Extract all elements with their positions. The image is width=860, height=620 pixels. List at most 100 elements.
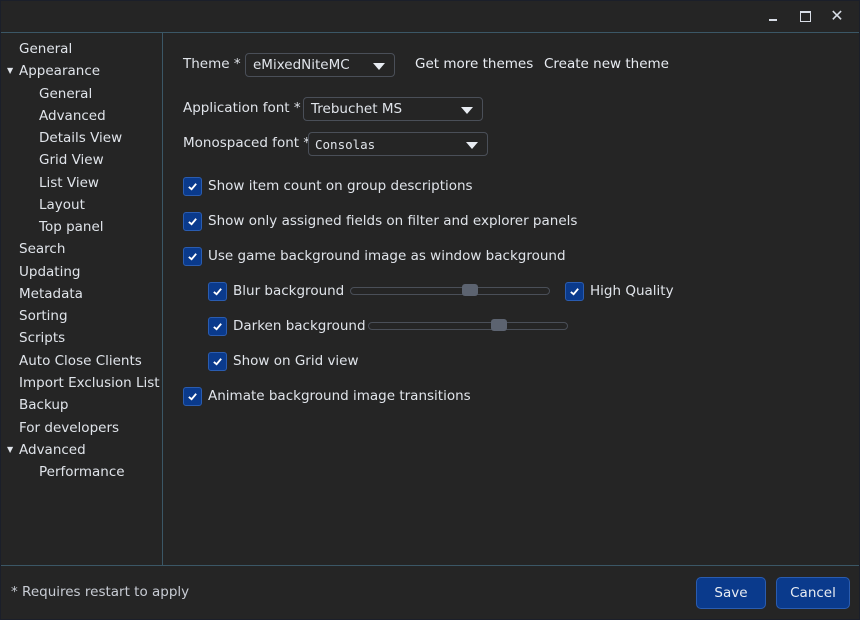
checkbox-checked[interactable]: [183, 386, 202, 406]
nav-item-label: Advanced: [19, 442, 86, 458]
checkmark-icon: [213, 322, 222, 331]
title-bar: ✕: [1, 1, 859, 32]
save-button[interactable]: Save: [696, 577, 766, 609]
nav-item-appearance[interactable]: ▼ Appearance: [7, 61, 101, 81]
nav-item-scripts[interactable]: Scripts: [19, 328, 65, 348]
checkbox-label: Show on Grid view: [233, 353, 359, 369]
nav-item-backup[interactable]: Backup: [19, 395, 69, 415]
chevron-down-icon: [466, 142, 478, 149]
nav-item-import-exclusion-list[interactable]: Import Exclusion List: [19, 373, 160, 393]
nav-item-performance[interactable]: Performance: [39, 462, 125, 482]
checkmark-icon: [213, 287, 222, 296]
nav-item-details-view[interactable]: Details View: [39, 128, 122, 148]
checkbox-checked[interactable]: [183, 246, 202, 266]
nav-item-appearance-advanced[interactable]: Advanced: [39, 106, 106, 126]
checkbox-label: Blur background: [233, 283, 345, 299]
show-item-count-checkbox[interactable]: Show item count on group descriptions: [183, 176, 473, 196]
nav-item-auto-close-clients[interactable]: Auto Close Clients: [19, 351, 142, 371]
checkbox-label: Animate background image transitions: [208, 388, 471, 404]
monospaced-font-value: Consolas: [315, 137, 376, 152]
cancel-button[interactable]: Cancel: [776, 577, 850, 609]
expand-arrow-icon[interactable]: ▼: [7, 61, 13, 81]
footer-divider: [1, 565, 859, 566]
nav-item-label: Layout: [39, 197, 85, 213]
checkbox-checked[interactable]: [565, 281, 584, 301]
use-background-image-checkbox[interactable]: Use game background image as window back…: [183, 246, 566, 266]
checkbox-checked[interactable]: [208, 281, 227, 301]
nav-item-sorting[interactable]: Sorting: [19, 306, 68, 326]
nav-item-layout[interactable]: Layout: [39, 195, 85, 215]
monospaced-font-label: Monospaced font *: [183, 135, 311, 151]
blur-background-checkbox[interactable]: Blur background: [208, 281, 344, 301]
nav-item-label: Import Exclusion List: [19, 375, 160, 391]
theme-dropdown[interactable]: eMixedNiteMC: [245, 53, 395, 77]
nav-item-label: Details View: [39, 130, 123, 146]
show-assigned-fields-checkbox[interactable]: Show only assigned fields on filter and …: [183, 211, 577, 231]
slider-thumb[interactable]: [462, 284, 478, 296]
animate-transitions-checkbox[interactable]: Animate background image transitions: [183, 386, 471, 406]
nav-item-label: For developers: [19, 420, 120, 436]
nav-item-label: Scripts: [19, 330, 66, 346]
checkbox-label: High Quality: [590, 283, 674, 299]
nav-item-appearance-general[interactable]: General: [39, 84, 92, 104]
nav-item-top-panel[interactable]: Top panel: [39, 217, 104, 237]
settings-window: ✕ General ▼ Appearance General Advanced D…: [0, 0, 860, 620]
nav-item-label: Performance: [39, 464, 125, 480]
expand-arrow-icon[interactable]: ▼: [7, 440, 13, 460]
maximize-icon: [799, 10, 811, 22]
application-font-value: Trebuchet MS: [311, 101, 403, 117]
checkbox-checked[interactable]: [183, 211, 202, 231]
close-icon: ✕: [830, 6, 844, 25]
nav-item-label: Advanced: [39, 108, 106, 124]
create-new-theme-link[interactable]: Create new theme: [544, 56, 669, 72]
nav-item-for-developers[interactable]: For developers: [19, 418, 119, 438]
high-quality-checkbox[interactable]: High Quality: [565, 281, 674, 301]
theme-dropdown-value: eMixedNiteMC: [253, 57, 350, 73]
checkmark-icon: [188, 392, 197, 401]
nav-item-label: Search: [19, 241, 66, 257]
checkbox-checked[interactable]: [208, 316, 227, 336]
monospaced-font-dropdown[interactable]: Consolas: [308, 132, 488, 156]
nav-item-metadata[interactable]: Metadata: [19, 284, 83, 304]
nav-item-general[interactable]: General: [19, 39, 72, 59]
theme-label: Theme *: [183, 56, 241, 72]
restart-note: * Requires restart to apply: [11, 584, 190, 600]
minimize-button[interactable]: [759, 5, 787, 27]
close-button[interactable]: ✕: [823, 5, 851, 27]
nav-item-label: General: [19, 41, 73, 57]
nav-item-label: Backup: [19, 397, 69, 413]
checkmark-icon: [188, 182, 197, 191]
nav-item-label: List View: [39, 175, 99, 191]
nav-item-search[interactable]: Search: [19, 239, 65, 259]
nav-item-updating[interactable]: Updating: [19, 262, 80, 282]
checkbox-label: Show item count on group descriptions: [208, 178, 473, 194]
checkbox-checked[interactable]: [183, 176, 202, 196]
checkbox-checked[interactable]: [208, 351, 227, 371]
checkmark-icon: [213, 357, 222, 366]
nav-item-label: Top panel: [39, 219, 104, 235]
nav-item-list-view[interactable]: List View: [39, 173, 99, 193]
maximize-button[interactable]: [791, 5, 819, 27]
nav-item-grid-view[interactable]: Grid View: [39, 150, 104, 170]
settings-nav-tree: General ▼ Appearance General Advanced Det…: [1, 33, 162, 565]
appearance-general-panel: Theme * eMixedNiteMC Get more themes Cre…: [163, 33, 859, 565]
checkbox-label: Show only assigned fields on filter and …: [208, 213, 578, 229]
nav-item-advanced[interactable]: ▼ Advanced: [7, 440, 86, 460]
checkmark-icon: [188, 252, 197, 261]
application-font-label: Application font *: [183, 100, 301, 116]
blur-slider[interactable]: [350, 284, 550, 296]
checkmark-icon: [570, 287, 579, 296]
get-more-themes-link[interactable]: Get more themes: [415, 56, 533, 72]
nav-item-label: Appearance: [19, 63, 101, 79]
nav-item-label: Sorting: [19, 308, 68, 324]
nav-item-label: Metadata: [19, 286, 83, 302]
darken-background-checkbox[interactable]: Darken background: [208, 316, 366, 336]
darken-slider[interactable]: [368, 319, 568, 331]
slider-thumb[interactable]: [491, 319, 507, 331]
show-on-grid-view-checkbox[interactable]: Show on Grid view: [208, 351, 359, 371]
nav-item-label: Auto Close Clients: [19, 353, 142, 369]
application-font-dropdown[interactable]: Trebuchet MS: [303, 97, 483, 121]
checkbox-label: Darken background: [233, 318, 366, 334]
chevron-down-icon: [373, 63, 385, 70]
nav-item-label: Grid View: [39, 152, 104, 168]
